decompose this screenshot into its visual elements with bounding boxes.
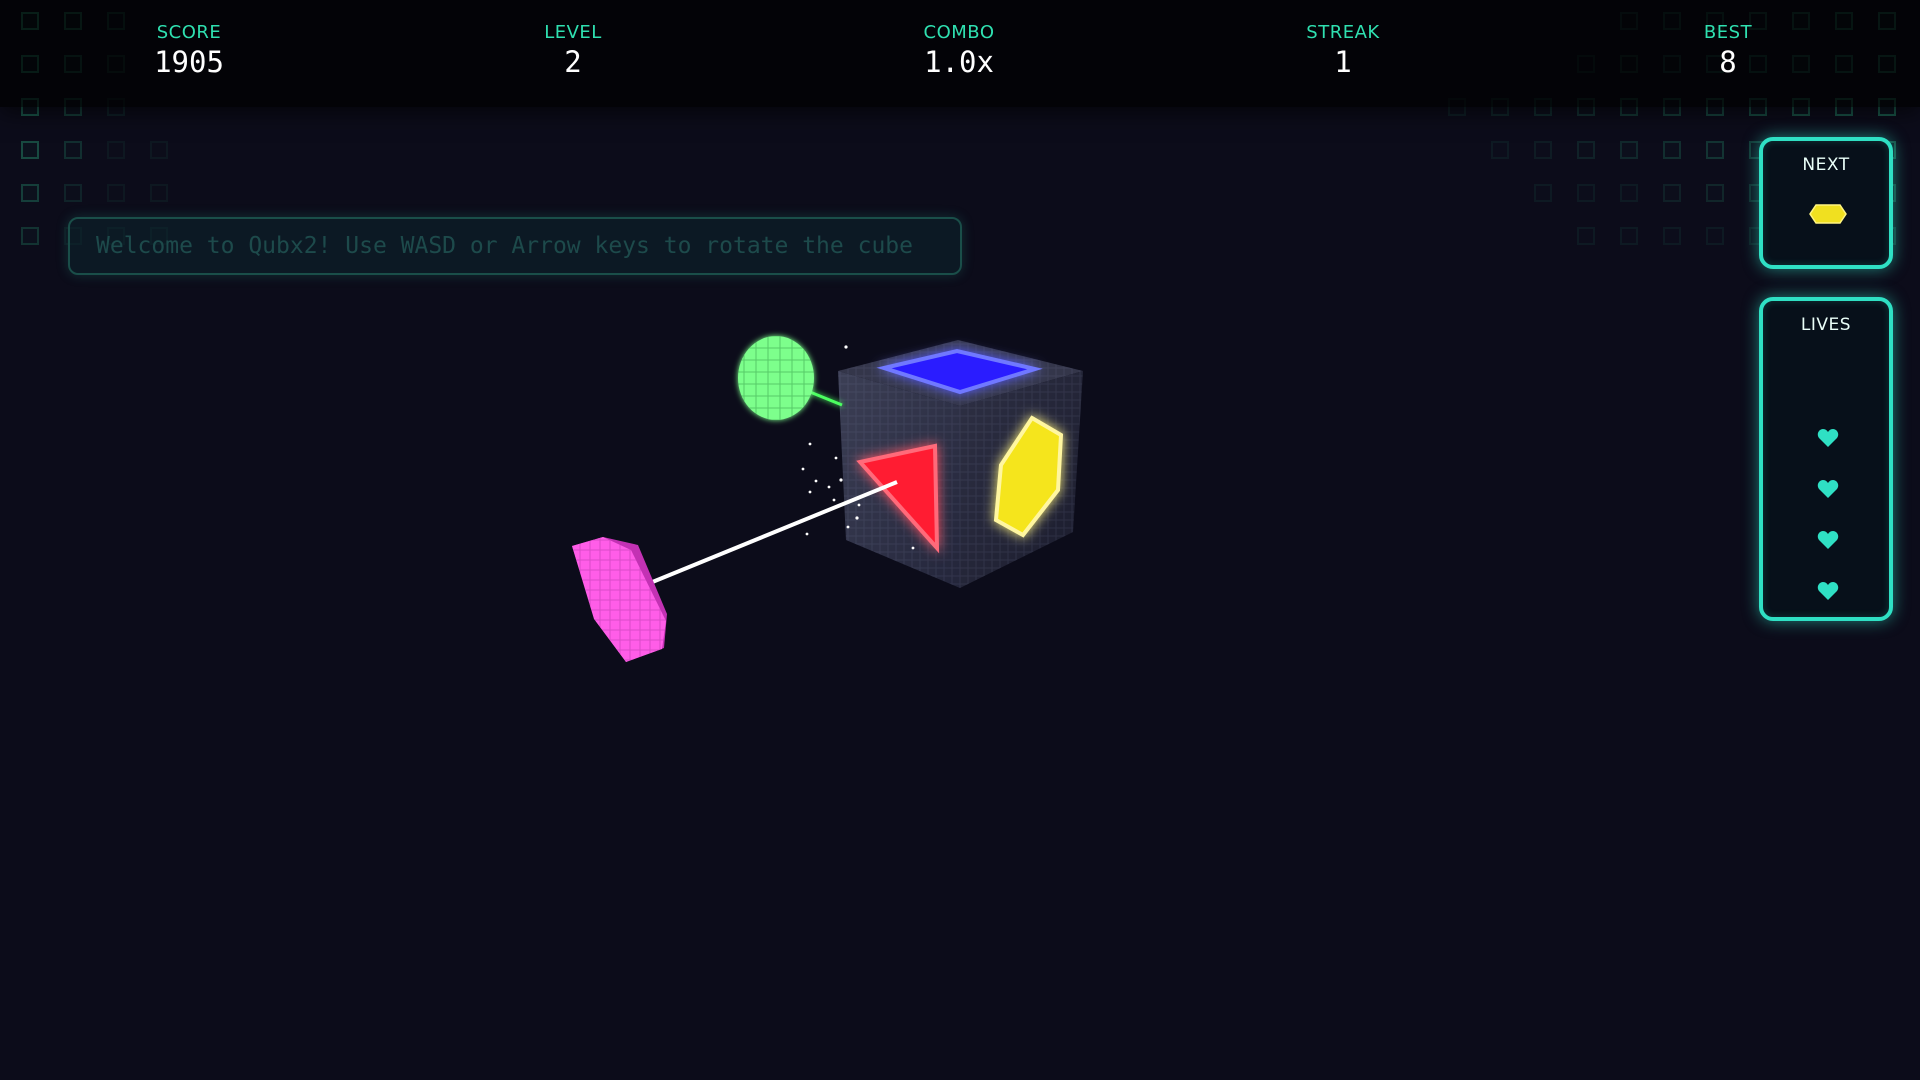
next-label: NEXT <box>1802 155 1850 175</box>
combo-stat: COMBO 1.0x <box>829 22 1089 79</box>
lives-panel: LIVES <box>1759 297 1893 621</box>
streak-label: STREAK <box>1306 22 1380 43</box>
streak-stat: STREAK 1 <box>1213 22 1473 79</box>
combo-value: 1.0x <box>924 45 994 79</box>
score-value: 1905 <box>154 45 224 79</box>
level-stat: LEVEL 2 <box>443 22 703 79</box>
level-value: 2 <box>564 45 582 79</box>
cube[interactable] <box>838 340 1083 588</box>
best-stat: BEST 8 <box>1598 22 1858 79</box>
heart-icon <box>1817 582 1839 600</box>
incoming-green-circle <box>738 336 814 420</box>
streak-value: 1 <box>1334 45 1352 79</box>
hud-bar: SCORE 1905 LEVEL 2 COMBO 1.0x STREAK 1 B… <box>0 0 1920 107</box>
next-piece-hexagon-icon <box>1809 204 1847 224</box>
welcome-message: Welcome to Qubx2! Use WASD or Arrow keys… <box>68 217 962 275</box>
heart-icon <box>1817 429 1839 447</box>
game-scene <box>572 336 1083 662</box>
best-label: BEST <box>1703 22 1753 43</box>
score-stat: SCORE 1905 <box>59 22 319 79</box>
incoming-magenta-hexagon <box>572 537 667 662</box>
heart-icon <box>1817 480 1839 498</box>
heart-icon <box>1817 531 1839 549</box>
level-label: LEVEL <box>544 22 602 43</box>
lives-label: LIVES <box>1800 315 1852 335</box>
score-label: SCORE <box>156 22 222 43</box>
next-panel: NEXT <box>1759 137 1893 269</box>
best-value: 8 <box>1719 45 1737 79</box>
combo-label: COMBO <box>923 22 995 43</box>
